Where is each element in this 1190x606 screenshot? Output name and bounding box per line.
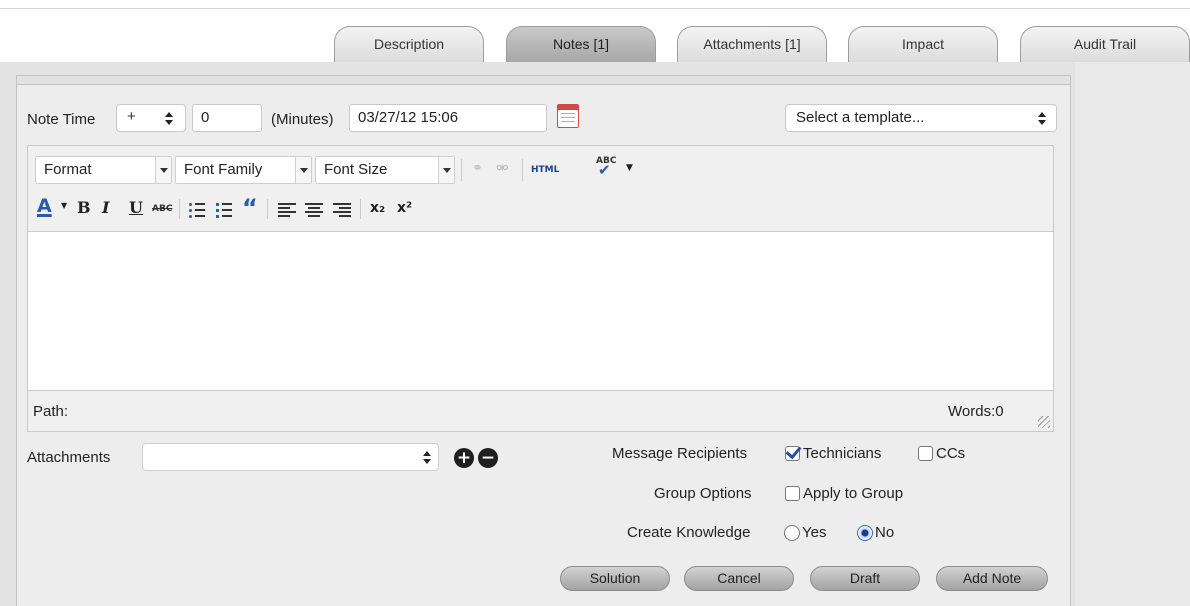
font-size-dropdown-label: Font Size <box>324 161 388 178</box>
knowledge-yes-radio[interactable] <box>784 525 800 541</box>
numbered-list-icon[interactable] <box>216 202 232 218</box>
underline-button[interactable]: U <box>129 198 143 217</box>
note-time-label: Note Time <box>27 111 96 128</box>
tab-notes[interactable]: Notes [1] <box>506 26 656 62</box>
tab-description[interactable]: Description <box>334 26 484 62</box>
font-family-dropdown[interactable]: Font Family <box>175 156 312 184</box>
top-divider <box>0 8 1190 9</box>
knowledge-no-radio[interactable] <box>857 525 873 541</box>
apply-to-group-checkbox[interactable] <box>785 486 800 501</box>
remove-attachment-icon[interactable]: − <box>478 448 498 468</box>
editor-path-label: Path: <box>33 403 69 420</box>
tab-attachments[interactable]: Attachments [1] <box>677 26 827 62</box>
tab-impact[interactable]: Impact <box>848 26 998 62</box>
html-source-button[interactable]: HTML <box>531 165 559 175</box>
font-family-dropdown-label: Font Family <box>184 161 263 178</box>
chevron-down-icon <box>295 157 311 183</box>
chevron-down-icon[interactable]: ▼ <box>61 201 67 210</box>
resize-handle-icon[interactable] <box>1038 416 1050 428</box>
tab-bar: Description Notes [1] Attachments [1] Im… <box>0 0 1190 62</box>
apply-to-group-label: Apply to Group <box>803 485 904 502</box>
technicians-label: Technicians <box>803 445 882 462</box>
link-icon[interactable]: ⚭ <box>472 161 483 176</box>
font-size-dropdown[interactable]: Font Size <box>315 156 455 184</box>
align-left-icon[interactable] <box>278 203 296 218</box>
template-select-value: Select a template... <box>796 109 925 126</box>
editor-toolbar: Format Font Family Font Size ⚭ ⚮ HTML AB… <box>28 146 1053 232</box>
panel-header-bar <box>17 75 1070 85</box>
note-datetime-input[interactable]: 03/27/12 15:06 <box>349 104 547 132</box>
toolbar-separator <box>179 199 180 219</box>
calendar-icon[interactable] <box>557 104 579 128</box>
word-count: Words:0 <box>948 403 1004 420</box>
minutes-input[interactable]: 0 <box>192 104 262 132</box>
ccs-label: CCs <box>936 445 966 462</box>
format-dropdown-label: Format <box>44 161 92 178</box>
message-recipients-label: Message Recipients <box>612 445 748 462</box>
bullet-list-icon[interactable] <box>189 202 205 218</box>
editor-content-area[interactable] <box>28 232 1053 391</box>
font-color-icon: A <box>37 195 52 217</box>
attachments-select[interactable] <box>142 443 439 471</box>
chevron-down-icon <box>438 157 454 183</box>
blockquote-icon[interactable]: “ <box>242 194 258 222</box>
cancel-button[interactable]: Cancel <box>684 566 794 591</box>
note-time-sign-select[interactable]: + <box>116 104 186 132</box>
create-knowledge-label: Create Knowledge <box>627 524 751 541</box>
tab-audit-trail[interactable]: Audit Trail <box>1020 26 1190 62</box>
chevron-down-icon[interactable]: ▼ <box>626 163 633 173</box>
align-center-icon[interactable] <box>305 203 323 218</box>
strikethrough-button[interactable]: ABC <box>152 204 172 214</box>
solution-button[interactable]: Solution <box>560 566 670 591</box>
chevron-down-icon <box>155 157 171 183</box>
add-attachment-icon[interactable]: + <box>454 448 474 468</box>
attachments-label: Attachments <box>27 449 111 466</box>
right-margin <box>1075 62 1190 606</box>
italic-button[interactable]: I <box>102 198 109 217</box>
knowledge-yes-label: Yes <box>802 524 827 541</box>
format-dropdown[interactable]: Format <box>35 156 172 184</box>
bold-button[interactable]: B <box>77 198 91 217</box>
align-right-icon[interactable] <box>333 203 351 218</box>
font-color-button[interactable]: A <box>37 195 52 217</box>
rich-text-editor: Format Font Family Font Size ⚭ ⚮ HTML AB… <box>27 145 1054 432</box>
editor-statusbar: Path: Words:0 <box>28 390 1053 431</box>
draft-button[interactable]: Draft <box>810 566 920 591</box>
toolbar-separator <box>522 159 523 181</box>
superscript-button[interactable]: x² <box>397 200 412 216</box>
knowledge-no-label: No <box>875 524 895 541</box>
toolbar-separator <box>360 199 361 219</box>
ccs-checkbox[interactable] <box>918 446 933 461</box>
add-note-button[interactable]: Add Note <box>936 566 1048 591</box>
group-options-label: Group Options <box>654 485 752 502</box>
template-select[interactable]: Select a template... <box>785 104 1057 132</box>
technicians-checkbox[interactable] <box>785 446 800 461</box>
unlink-icon[interactable]: ⚮ <box>496 159 509 177</box>
toolbar-separator <box>461 159 462 181</box>
checkmark-icon: ✔ <box>598 161 611 179</box>
toolbar-separator <box>267 199 268 219</box>
note-time-sign: + <box>127 108 136 125</box>
minutes-unit-label: (Minutes) <box>271 111 334 128</box>
subscript-button[interactable]: x₂ <box>370 200 385 216</box>
